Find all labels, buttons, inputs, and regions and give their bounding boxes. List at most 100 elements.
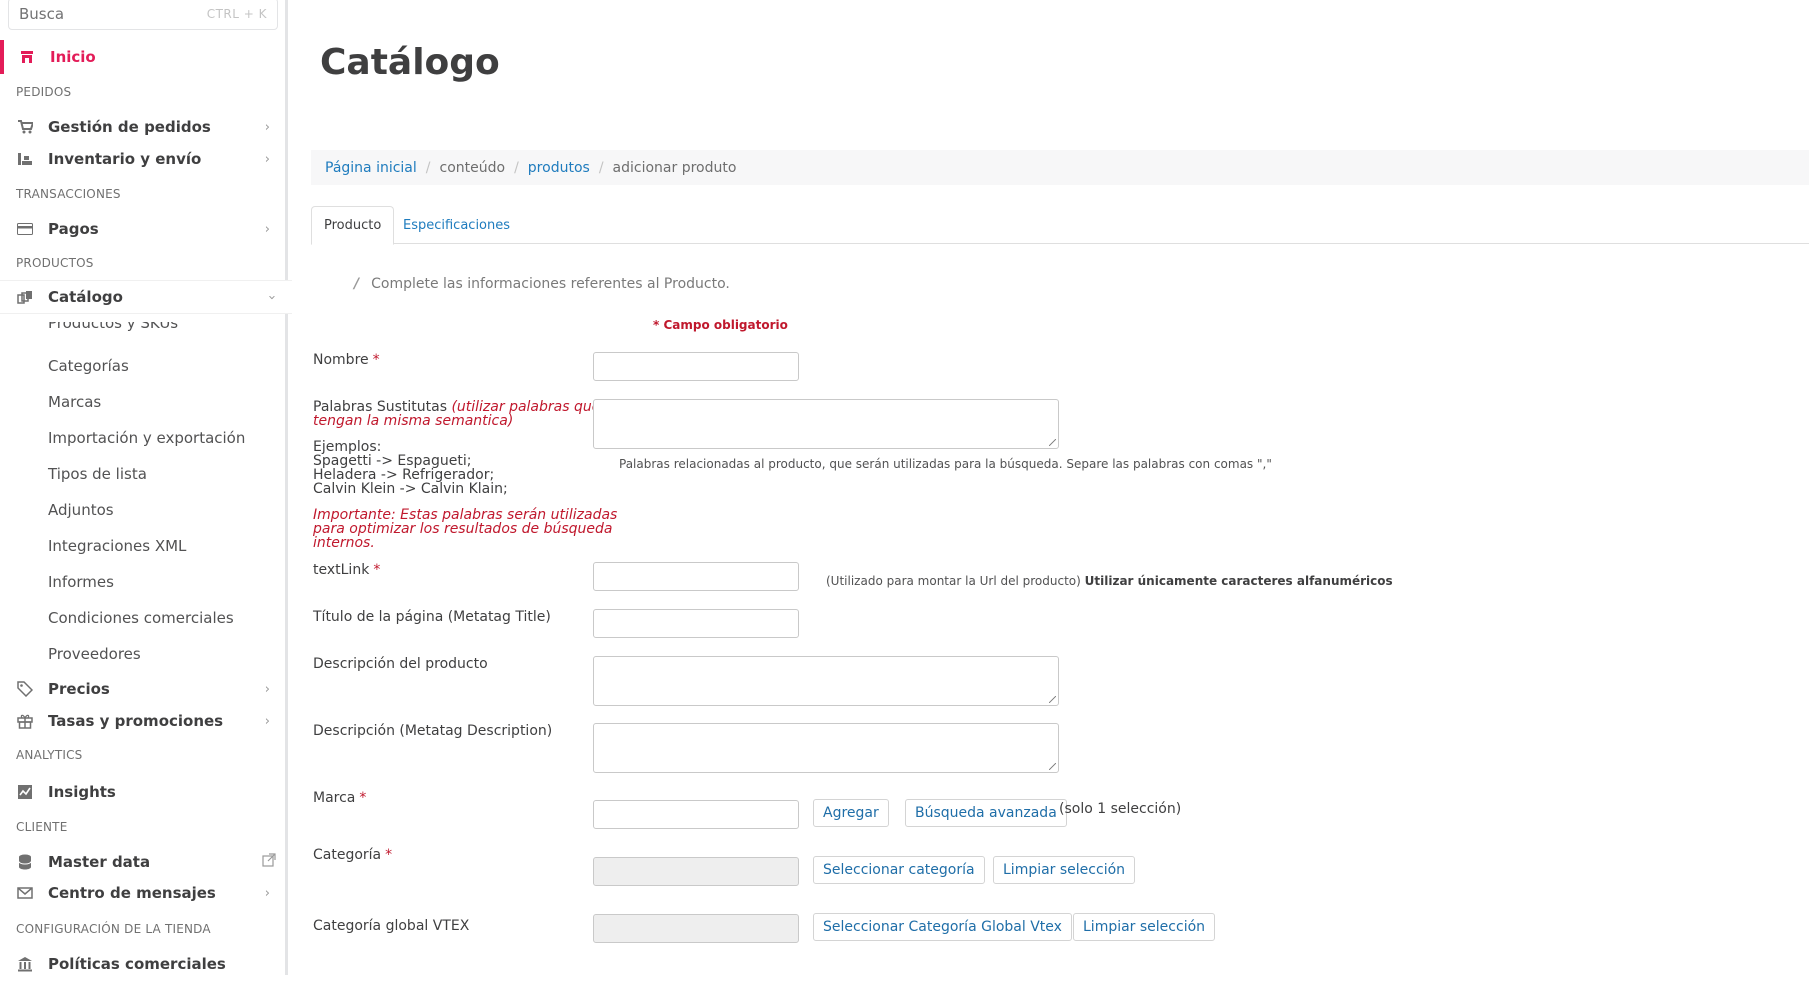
breadcrumb-current: adicionar produto [612,159,737,176]
chevron-right-icon: › [264,221,270,237]
textlink-input[interactable] [593,562,799,591]
seleccionar-categoria-global-button[interactable]: Seleccionar Categoría Global Vtex [813,913,1072,941]
required-star: * [372,352,380,368]
sidebar-item-gestion[interactable]: Gestión de pedidos › [0,110,286,144]
marca-input[interactable] [593,800,799,829]
sidebar-item-mensajes[interactable]: Centro de mensajes › [0,876,286,910]
breadcrumb-home-link[interactable]: Página inicial [325,160,417,176]
section-analytics: ANALYTICS [16,748,83,762]
required-star: * [359,790,367,806]
nombre-label: Nombre * [313,352,380,368]
sidebar-item-label: Master data [48,853,151,871]
sidebar-subitem-informes[interactable]: Informes [48,573,114,591]
sidebar-subitem-productos[interactable]: Productos y SKUs [48,322,178,334]
palabras-help: Palabras relacionadas al producto, que s… [619,457,1272,471]
sidebar-item-inicio[interactable]: Inicio [0,40,286,74]
seleccionar-categoria-button[interactable]: Seleccionar categoría [813,856,985,884]
solo-seleccion-note: (solo 1 selección) [1059,801,1182,817]
cart-icon [16,118,34,136]
titulo-label: Título de la página (Metatag Title) [313,609,551,625]
sidebar-subitem-tipos-lista[interactable]: Tipos de lista [48,465,147,483]
descripcion-label: Descripción del producto [313,656,488,672]
palabras-textarea[interactable] [593,399,1059,449]
breadcrumb-content: conteúdo [439,159,506,176]
sidebar-item-politicas[interactable]: Políticas comerciales [0,947,286,981]
form-hint: / Complete las informaciones referentes … [354,276,730,292]
card-icon [16,220,34,238]
limpiar-categoria-global-button[interactable]: Limpiar selección [1073,913,1216,941]
tab-producto[interactable]: Producto [311,206,395,245]
section-productos: PRODUCTOS [16,256,94,270]
sidebar-item-precios[interactable]: Precios › [0,672,286,706]
sidebar-item-pagos[interactable]: Pagos › [0,212,286,246]
textlink-help: (Utilizado para montar la Url del produc… [826,574,1393,588]
search-shortcut: CTRL + K [206,7,267,21]
limpiar-categoria-button[interactable]: Limpiar selección [993,856,1136,884]
required-star: * [373,562,381,578]
categoria-label: Categoría * [313,847,393,863]
sidebar-item-label: Catálogo [48,288,123,306]
chevron-right-icon: › [264,681,270,697]
tag-icon [16,680,34,698]
tab-especificaciones[interactable]: Especificaciones [391,206,522,245]
section-pedidos: PEDIDOS [16,85,72,99]
categoria-input [593,857,799,886]
marca-label: Marca * [313,790,367,806]
external-link-icon [262,853,276,871]
breadcrumb-separator: / [598,159,604,176]
chevron-right-icon: › [264,119,270,135]
required-star: * [385,847,393,863]
descripcion-meta-textarea[interactable] [593,723,1059,773]
sidebar-subitem-adjuntos[interactable]: Adjuntos [48,501,114,519]
section-config: CONFIGURACIÓN DE LA TIENDA [16,922,211,936]
catalog-icon [16,288,34,306]
bank-icon [16,955,34,973]
chevron-right-icon: › [264,713,270,729]
sidebar-subitem-condiciones[interactable]: Condiciones comerciales [48,609,234,627]
sidebar-item-insights[interactable]: Insights [0,775,286,809]
busqueda-avanzada-button[interactable]: Búsqueda avanzada [905,799,1067,827]
sidebar-item-tasas[interactable]: Tasas y promociones › [0,704,286,738]
chevron-right-icon: › [264,151,270,167]
sidebar-subitem-marcas[interactable]: Marcas [48,393,101,411]
sidebar-subitem-importacion[interactable]: Importación y exportación [48,429,245,447]
nombre-input[interactable] [593,352,799,381]
sidebar-item-label: Tasas y promociones [48,712,224,730]
descripcion-textarea[interactable] [593,656,1059,706]
section-cliente: CLIENTE [16,820,68,834]
categoria-global-label: Categoría global VTEX [313,918,470,934]
chevron-down-icon: › [263,294,279,300]
sidebar-subitem-proveedores[interactable]: Proveedores [48,645,141,663]
chevron-right-icon: › [264,885,270,901]
sidebar-item-label: Inicio [50,48,96,66]
sidebar-item-label: Gestión de pedidos [48,118,211,136]
sidebar-item-label: Inventario y envío [48,150,202,168]
breadcrumb: Página inicial / conteúdo / produtos / a… [311,150,1809,185]
sidebar-item-master-data[interactable]: Master data [0,845,286,879]
titulo-input[interactable] [593,609,799,638]
sidebar-item-inventario[interactable]: Inventario y envío › [0,142,286,176]
sidebar-subitem-integraciones[interactable]: Integraciones XML [48,537,186,555]
search-placeholder: Busca [19,5,65,23]
mail-icon [16,884,34,902]
sidebar-subitem-categorias[interactable]: Categorías [48,357,129,375]
tab-bar: Producto Especificaciones [311,206,1809,245]
sidebar-item-catalogo[interactable]: Catálogo › [0,280,292,314]
pencil-icon: / [354,276,360,292]
descripcion-meta-label: Descripción (Metatag Description) [313,723,553,739]
breadcrumb-separator: / [425,159,431,176]
sidebar-item-label: Insights [48,783,116,801]
sidebar-item-label: Pagos [48,220,99,238]
search-input[interactable]: Busca CTRL + K [8,0,278,30]
breadcrumb-separator: / [514,159,519,176]
breadcrumb-products-link[interactable]: produtos [528,160,590,176]
store-icon [18,48,36,66]
sidebar-item-label: Centro de mensajes [48,884,216,902]
section-transacciones: TRANSACCIONES [16,187,121,201]
agregar-button[interactable]: Agregar [813,799,889,827]
textlink-label: textLink * [313,562,381,578]
page-title: Catálogo [320,42,500,83]
form-hint-text: Complete las informaciones referentes al… [371,276,730,292]
sidebar-item-label: Precios [48,680,110,698]
required-note: * Campo obligatorio [653,318,788,332]
